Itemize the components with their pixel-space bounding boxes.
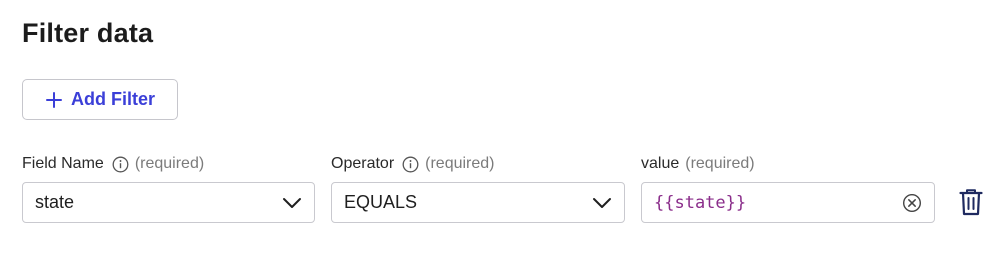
clear-circle-icon[interactable] — [902, 193, 922, 213]
chevron-down-icon — [282, 197, 302, 209]
operator-label-row: Operator (required) — [331, 153, 625, 175]
add-filter-button[interactable]: Add Filter — [22, 79, 178, 120]
value-group: value (required) {{state}} — [641, 153, 935, 223]
field-name-required: (required) — [134, 155, 205, 172]
field-name-select[interactable]: state — [22, 182, 315, 223]
operator-required: (required) — [425, 155, 495, 172]
value-label: value — [641, 155, 680, 172]
value-input[interactable]: {{state}} — [641, 182, 935, 223]
info-icon[interactable] — [112, 156, 129, 173]
field-name-label-row: Field Name (required) — [22, 153, 315, 175]
operator-label: Operator — [331, 155, 395, 172]
operator-select[interactable]: EQUALS — [331, 182, 625, 223]
value-required: (required) — [685, 155, 755, 172]
field-name-group: Field Name (required) state — [22, 153, 315, 223]
operator-group: Operator (required) EQUALS — [331, 153, 625, 223]
value-input-text: {{state}} — [654, 192, 747, 213]
plus-icon — [45, 91, 63, 109]
field-name-value: state — [35, 192, 75, 212]
page-title: Filter data — [22, 18, 154, 48]
field-name-label: Field Name — [22, 155, 104, 172]
trash-icon[interactable] — [958, 187, 984, 217]
operator-value: EQUALS — [344, 192, 418, 212]
value-label-row: value (required) — [641, 153, 935, 175]
add-filter-label: Add Filter — [71, 89, 155, 109]
chevron-down-icon — [592, 197, 612, 209]
info-icon[interactable] — [402, 156, 419, 173]
filter-data-panel: Filter data Add Filter Field Name (requi… — [0, 0, 1000, 266]
